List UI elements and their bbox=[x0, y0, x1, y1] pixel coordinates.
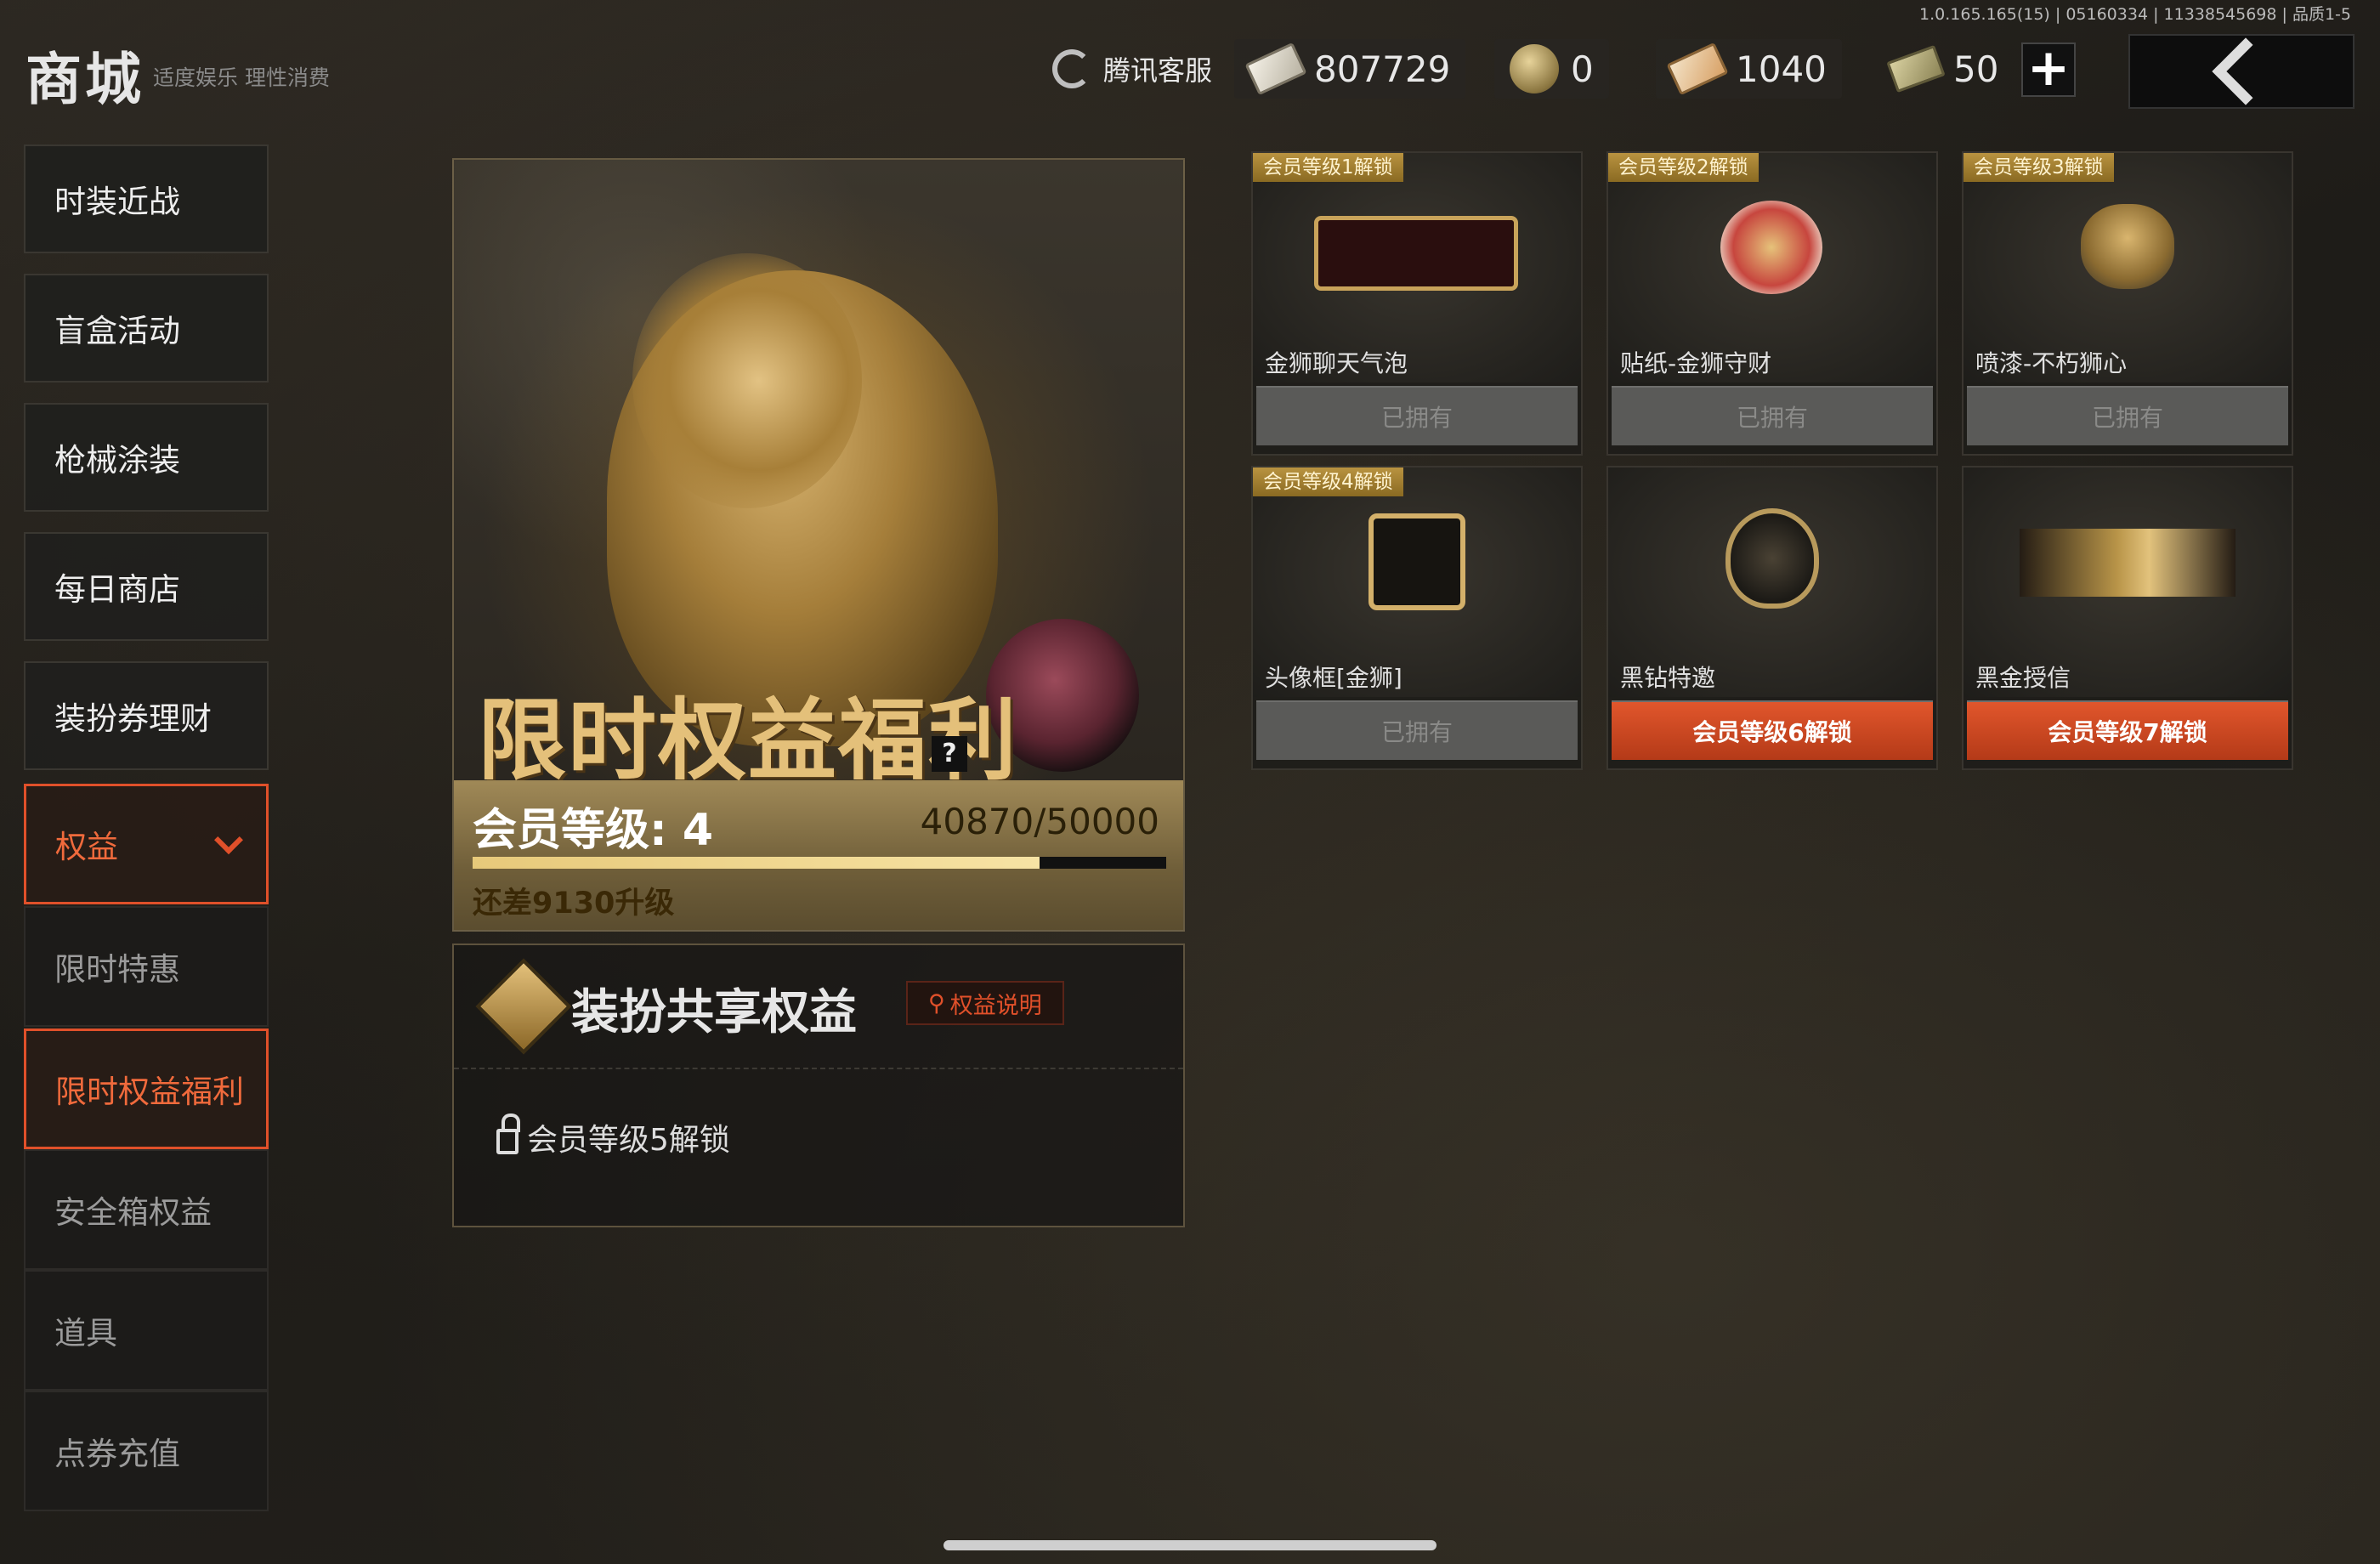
help-button[interactable]: ? bbox=[932, 736, 967, 772]
sidebar-item-label: 限时特惠 bbox=[54, 951, 180, 988]
rights-info-label: 权益说明 bbox=[949, 992, 1042, 1019]
sidebar-item-daily-shop[interactable]: 每日商店 bbox=[24, 532, 269, 641]
reward-name: 金狮聊天气泡 bbox=[1265, 349, 1408, 377]
chevron-down-icon bbox=[214, 825, 243, 855]
helmet-badge-image bbox=[1726, 508, 1819, 609]
unlock-level-button[interactable]: 会员等级7解锁 bbox=[1967, 700, 2288, 760]
reward-card[interactable]: 黑钻特邀 会员等级6解锁 bbox=[1606, 466, 1938, 770]
sidebar-item-label: 盲盒活动 bbox=[54, 313, 180, 349]
currency-value: 0 bbox=[1571, 48, 1594, 90]
sidebar-subitem-limited-rights[interactable]: 限时权益福利 bbox=[24, 1028, 269, 1149]
reward-name: 黑钻特邀 bbox=[1620, 664, 1716, 692]
reward-card[interactable]: 会员等级3解锁 喷漆-不朽狮心 已拥有 bbox=[1962, 151, 2293, 456]
sidebar-item-label: 每日商店 bbox=[54, 571, 180, 608]
currency-coupon: 1040 bbox=[1656, 39, 1842, 99]
member-level-label: 会员等级: 4 bbox=[473, 805, 714, 856]
sidebar-subitem-limited-deal[interactable]: 限时特惠 bbox=[24, 906, 269, 1027]
hero-image: 限时权益福利 ? bbox=[454, 160, 1183, 792]
currency-value: 50 bbox=[1953, 48, 1999, 90]
customer-service-label: 腾讯客服 bbox=[1103, 54, 1213, 87]
currency-gold: 0 bbox=[1494, 39, 1609, 99]
page-subtitle: 适度娱乐 理性消费 bbox=[153, 65, 330, 90]
member-level-panel: 会员等级: 4 40870/50000 还差9130升级 bbox=[454, 780, 1183, 930]
avatar-frame-image bbox=[1368, 513, 1465, 610]
owned-button[interactable]: 已拥有 bbox=[1256, 386, 1578, 445]
version-text: 1.0.165.165(15) | 05160334 | 11338545698… bbox=[1919, 5, 2351, 24]
lock-icon bbox=[496, 1114, 520, 1154]
sidebar-item-rights[interactable]: 权益 bbox=[24, 784, 269, 904]
reward-card[interactable]: 黑金授信 会员等级7解锁 bbox=[1962, 466, 2293, 770]
headset-icon bbox=[1052, 49, 1091, 88]
rights-info-button[interactable]: ⚲ 权益说明 bbox=[906, 981, 1064, 1025]
share-lock-text: 会员等级5解锁 bbox=[527, 1123, 730, 1158]
sidebar-item-label: 权益 bbox=[55, 829, 118, 865]
reward-card[interactable]: 会员等级1解锁 金狮聊天气泡 已拥有 bbox=[1251, 151, 1583, 456]
sidebar-item-label: 限时权益福利 bbox=[55, 1074, 244, 1110]
hero-card: 限时权益福利 ? 会员等级: 4 40870/50000 还差9130升级 bbox=[452, 158, 1185, 932]
sidebar-subitem-safebox[interactable]: 安全箱权益 bbox=[24, 1149, 269, 1270]
sidebar-item-label: 点券充值 bbox=[54, 1436, 180, 1472]
page-title: 商城 bbox=[26, 47, 144, 112]
home-indicator[interactable] bbox=[944, 1540, 1436, 1550]
add-currency-button[interactable]: + bbox=[2021, 42, 2076, 97]
sidebar-item-skins[interactable]: 枪械涂装 bbox=[24, 403, 269, 512]
sidebar-item-label: 时装近战 bbox=[54, 184, 180, 220]
share-rights-title: 装扮共享权益 bbox=[571, 985, 857, 1040]
currency-bills: 50 bbox=[1886, 39, 1999, 99]
member-progress-bar bbox=[473, 857, 1166, 869]
spray-lion-image bbox=[2081, 204, 2174, 289]
currency-value: 1040 bbox=[1736, 48, 1827, 90]
reward-name: 黑金授信 bbox=[1975, 664, 2071, 692]
sidebar-item-label: 枪械涂装 bbox=[54, 442, 180, 479]
emblem-icon bbox=[475, 958, 572, 1055]
unlock-badge: 会员等级2解锁 bbox=[1608, 153, 1759, 182]
member-progress-fill bbox=[473, 857, 1040, 869]
owned-button[interactable]: 已拥有 bbox=[1967, 386, 2288, 445]
share-lock-row: 会员等级5解锁 bbox=[496, 1114, 730, 1159]
reward-card[interactable]: 会员等级2解锁 贴纸-金狮守财 已拥有 bbox=[1606, 151, 1938, 456]
currency-ticket: 807729 bbox=[1234, 39, 1466, 99]
hero-title: 限时权益福利 bbox=[478, 688, 1019, 792]
divider bbox=[454, 1068, 1183, 1069]
customer-service-button[interactable]: 腾讯客服 bbox=[1052, 39, 1212, 99]
chat-bubble-image bbox=[1314, 216, 1518, 291]
bills-icon bbox=[1886, 44, 1946, 94]
reward-name: 头像框[金狮] bbox=[1265, 664, 1402, 692]
unlock-badge: 会员等级4解锁 bbox=[1253, 468, 1403, 496]
sidebar-subitem-recharge[interactable]: 点券充值 bbox=[24, 1391, 269, 1511]
black-gold-card-image bbox=[2020, 529, 2236, 597]
sidebar-subitem-items[interactable]: 道具 bbox=[24, 1270, 269, 1391]
sidebar-item-finance[interactable]: 装扮券理财 bbox=[24, 661, 269, 770]
member-remain-text: 还差9130升级 bbox=[473, 887, 675, 921]
search-icon: ⚲ bbox=[928, 989, 945, 1017]
sidebar-item-blindbox[interactable]: 盲盒活动 bbox=[24, 274, 269, 382]
back-arrow-icon bbox=[2212, 37, 2280, 105]
owned-button[interactable]: 已拥有 bbox=[1612, 386, 1933, 445]
coupon-icon bbox=[1666, 42, 1729, 96]
sidebar-item-label: 装扮券理财 bbox=[54, 700, 212, 737]
reward-name: 贴纸-金狮守财 bbox=[1620, 349, 1772, 377]
sidebar-item-label: 道具 bbox=[54, 1315, 117, 1352]
sticker-image bbox=[1720, 201, 1822, 294]
sidebar-item-label: 安全箱权益 bbox=[54, 1194, 212, 1231]
unlock-badge: 会员等级3解锁 bbox=[1964, 153, 2114, 182]
sidebar-item-fashion[interactable]: 时装近战 bbox=[24, 144, 269, 253]
lion-head-image bbox=[632, 253, 862, 508]
gold-coin-icon bbox=[1510, 44, 1559, 94]
unlock-level-button[interactable]: 会员等级6解锁 bbox=[1612, 700, 1933, 760]
member-exp-text: 40870/50000 bbox=[920, 801, 1159, 842]
ticket-icon bbox=[1244, 42, 1307, 96]
reward-name: 喷漆-不朽狮心 bbox=[1975, 349, 2128, 377]
back-button[interactable] bbox=[2128, 34, 2354, 109]
currency-value: 807729 bbox=[1314, 48, 1451, 90]
reward-card[interactable]: 会员等级4解锁 头像框[金狮] 已拥有 bbox=[1251, 466, 1583, 770]
unlock-badge: 会员等级1解锁 bbox=[1253, 153, 1403, 182]
share-rights-panel: 装扮共享权益 ⚲ 权益说明 会员等级5解锁 bbox=[452, 944, 1185, 1227]
owned-button[interactable]: 已拥有 bbox=[1256, 700, 1578, 760]
